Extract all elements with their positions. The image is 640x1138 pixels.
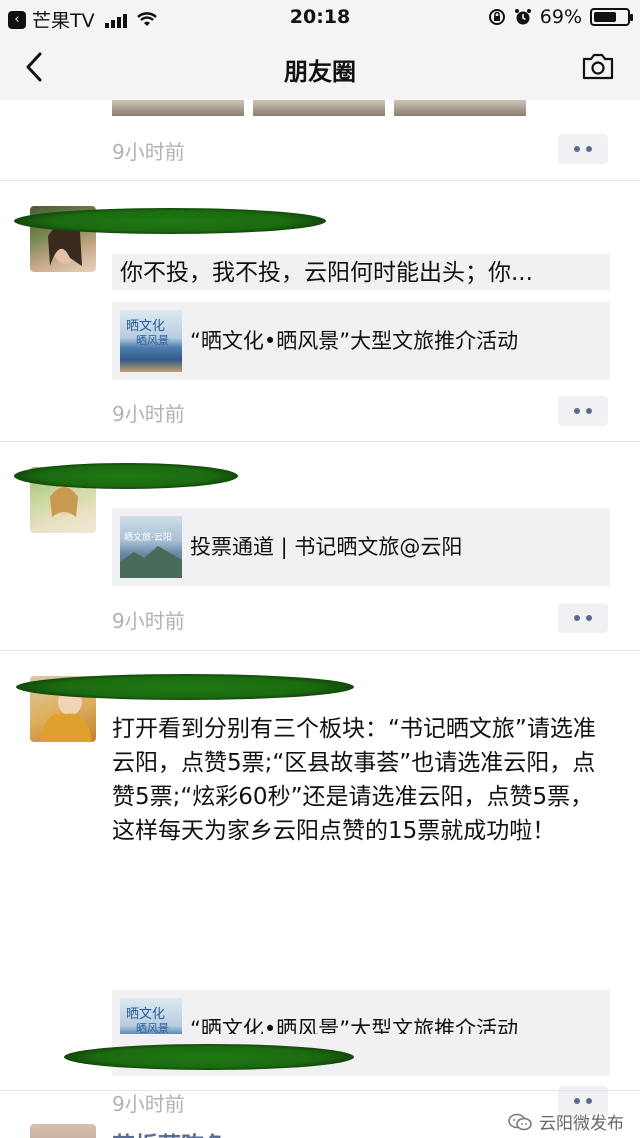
svg-text:晒文化: 晒文化 — [126, 319, 165, 334]
battery-icon — [590, 8, 633, 26]
alarm-icon — [514, 9, 531, 25]
redacted-comment — [64, 1044, 354, 1070]
watermark: 云阳微发布 — [507, 1109, 624, 1134]
battery-fill — [594, 12, 617, 22]
nav-bar: 朋友圈 — [0, 34, 640, 100]
redacted-username — [16, 674, 354, 700]
moment-post: 打开看到分别有三个板块：“书记晒文旅”请选准云阳，点赞5票;“区县故事荟”也请选… — [0, 650, 640, 1116]
post-photo[interactable] — [253, 100, 385, 116]
watermark-text: 云阳微发布 — [539, 1114, 624, 1134]
post-photo[interactable] — [112, 100, 244, 116]
more-actions-button[interactable] — [558, 603, 608, 633]
post-text: 你不投，我不投，云阳何时能出头；你... — [112, 254, 610, 290]
avatar[interactable] — [30, 1124, 96, 1138]
more-actions-button[interactable] — [558, 396, 608, 426]
orientation-lock-icon — [488, 9, 505, 25]
shared-link-card[interactable]: 晒文化 晒风景 “晒文化•晒风景”大型文旅推介活动 — [112, 302, 610, 380]
svg-text:晒风景: 晒风景 — [136, 334, 169, 347]
post-photo[interactable] — [394, 100, 526, 116]
redacted-username — [14, 463, 238, 489]
more-actions-button[interactable] — [558, 134, 608, 164]
redacted-username — [14, 208, 326, 234]
moments-feed[interactable]: 9小时前 你不投，我不投，云阳何时能出头；你... 晒文化 晒风景 “晒文化•晒风… — [0, 100, 640, 1138]
link-title: 投票通道 | 书记晒文旅@云阳 — [190, 535, 463, 559]
moment-post: 9小时前 — [0, 100, 640, 180]
shared-link-card[interactable]: 晒文旅·云阳 投票通道 | 书记晒文旅@云阳 — [112, 508, 610, 586]
link-thumbnail: 晒文化 晒风景 — [120, 310, 182, 372]
moment-post: 你不投，我不投，云阳何时能出头；你... 晒文化 晒风景 “晒文化•晒风景”大型文… — [0, 180, 640, 441]
link-thumbnail: 晒文旅·云阳 — [120, 516, 182, 578]
status-bar: ‹ 芒果TV 20:18 69% — [0, 0, 640, 34]
moment-post: 晒文旅·云阳 投票通道 | 书记晒文旅@云阳 9小时前 — [0, 441, 640, 650]
post-time: 9小时前 — [112, 140, 185, 164]
page-title: 朋友圈 — [284, 58, 356, 86]
svg-text:晒文化: 晒文化 — [126, 1007, 165, 1022]
battery-percent: 69% — [539, 6, 582, 28]
link-title: “晒文化•晒风景”大型文旅推介活动 — [190, 329, 519, 353]
post-time: 9小时前 — [112, 402, 185, 426]
status-bar-right: 69% — [488, 6, 633, 28]
svg-text:晒文旅·云阳: 晒文旅·云阳 — [124, 531, 172, 543]
post-time: 9小时前 — [112, 609, 185, 633]
camera-icon[interactable] — [582, 52, 614, 80]
wechat-official-account-icon — [508, 1113, 532, 1130]
post-text: 打开看到分别有三个板块：“书记晒文旅”请选准云阳，点赞5票;“区县故事荟”也请选… — [112, 716, 596, 844]
post-username[interactable]: 艾栎菲陈色 — [112, 1126, 227, 1138]
